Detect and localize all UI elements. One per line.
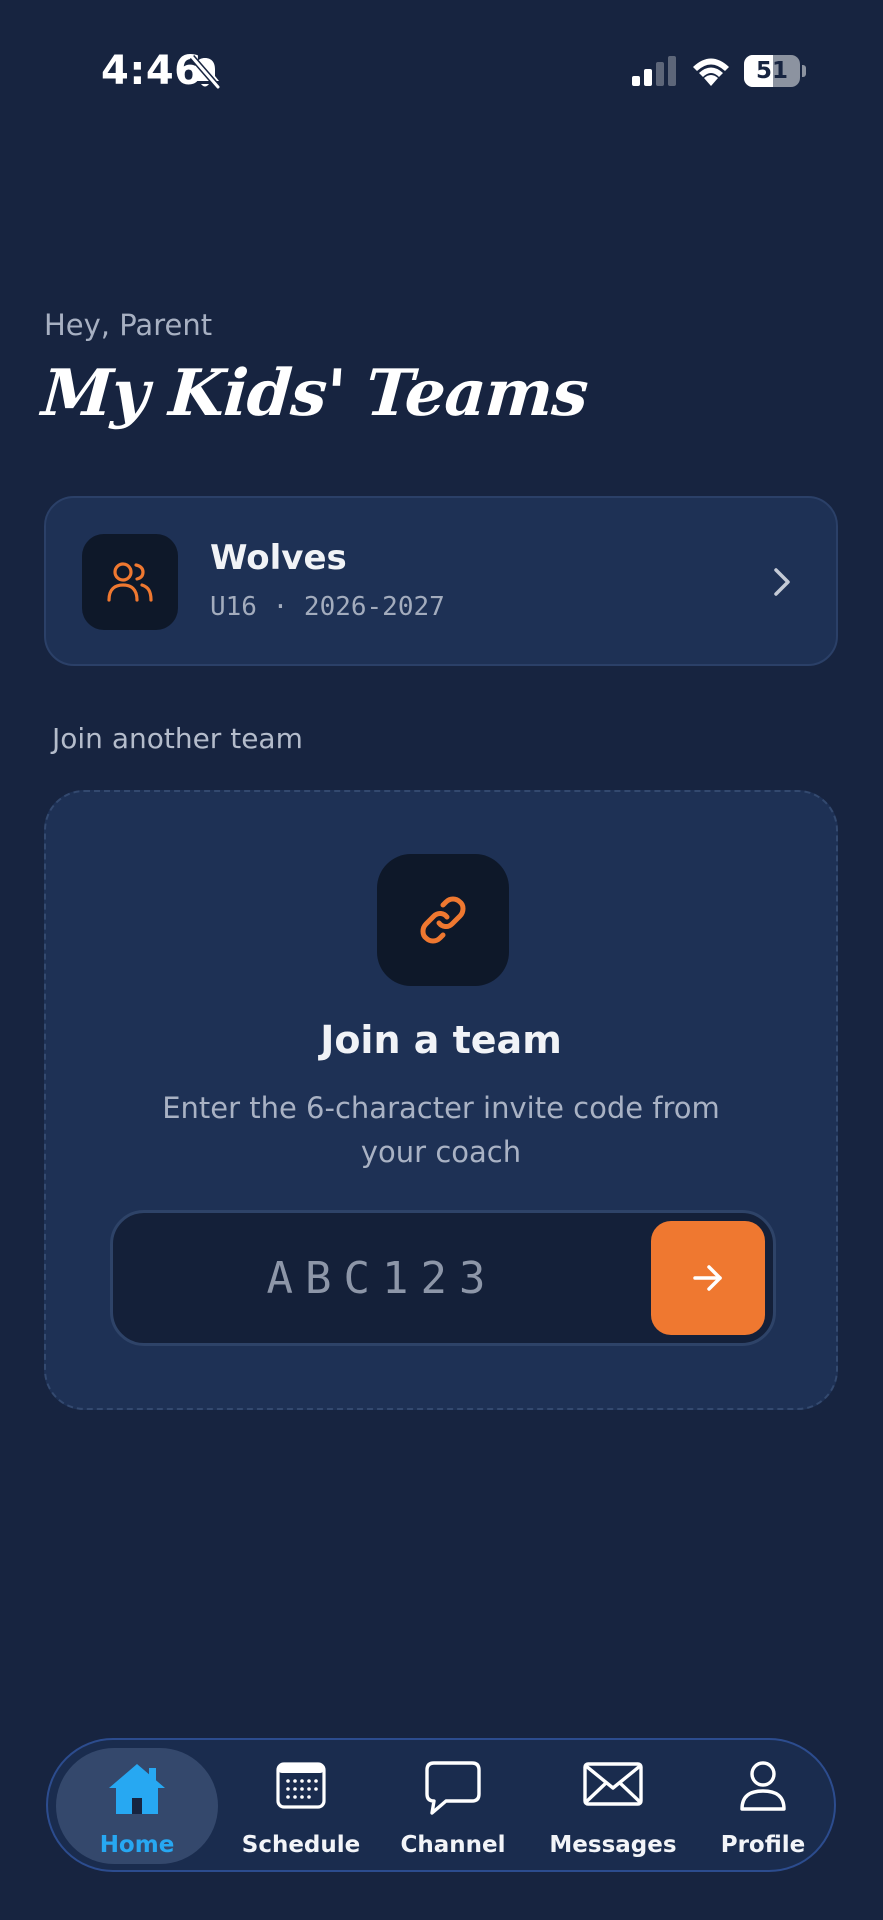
greeting: Hey, Parent [44,308,213,342]
arrow-right-icon [693,1265,722,1291]
join-icon-box [377,854,509,986]
users-icon [107,562,153,602]
user-icon [740,1761,786,1811]
join-title: Join a team [320,1018,562,1062]
tab-profile[interactable]: Profile [698,1748,828,1864]
cellular-signal-icon [632,56,676,86]
join-team-card: Join a team Enter the 6-character invite… [44,790,838,1410]
tab-home[interactable]: Home [56,1748,218,1864]
envelope-icon [583,1762,643,1806]
battery-level: 51 [755,58,788,84]
tab-schedule[interactable]: Schedule [226,1748,376,1864]
tab-messages[interactable]: Messages [532,1748,694,1864]
team-icon-box [82,534,178,630]
battery-icon: 51 [744,55,806,87]
chevron-right-icon [774,568,790,596]
submit-code-button[interactable] [651,1221,765,1335]
tab-label: Schedule [241,1832,361,1858]
home-icon [109,1764,165,1814]
team-meta: U16 · 2026-2027 [210,592,445,622]
tab-label: Profile [720,1832,806,1858]
page-title: My Kids' Teams [39,356,590,431]
tab-label: Home [99,1832,175,1858]
tab-label: Messages [549,1832,677,1858]
team-card-wolves[interactable]: Wolves U16 · 2026-2027 [44,496,838,666]
join-description: Enter the 6-character invite code from y… [162,1091,720,1169]
tab-channel[interactable]: Channel [378,1748,528,1864]
wifi-icon [693,58,729,86]
invite-code-field [110,1210,776,1346]
section-label-join: Join another team [52,722,303,755]
team-name: Wolves [210,538,347,578]
tab-label: Channel [400,1832,506,1858]
invite-code-input[interactable] [117,1217,647,1339]
bell-slash-icon [189,55,221,89]
status-bar: 4:46 51 [0,0,883,140]
calendar-icon [276,1762,326,1809]
tab-bar: Home Schedule Channel Messages Profile [46,1738,836,1872]
chat-bubble-icon [425,1761,481,1815]
link-icon [420,896,466,944]
